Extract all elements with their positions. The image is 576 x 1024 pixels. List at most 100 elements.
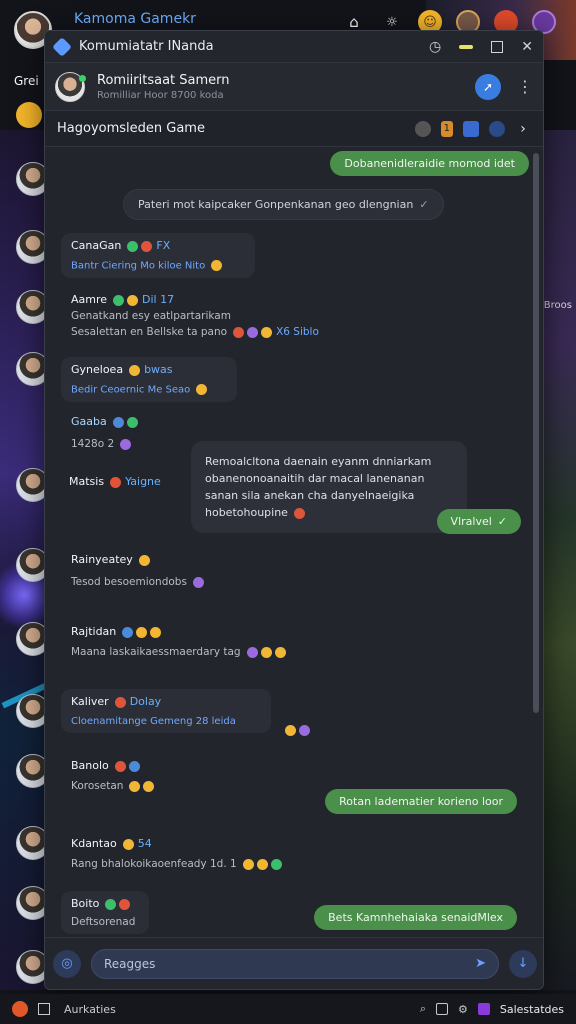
message-text: Genatkand esy eatlpartarikam xyxy=(71,310,231,322)
message-meta: X6 Siblo xyxy=(276,326,319,338)
member-count-badge[interactable]: 1 xyxy=(440,120,453,137)
message-outgoing[interactable]: Rotan ladematier korieno loor xyxy=(325,789,517,814)
desktop-emoji-icon[interactable] xyxy=(16,102,42,128)
outgoing-bubble: Bets Kamnhehaiaka senaidMlex xyxy=(314,905,517,930)
game-art-right xyxy=(542,130,576,990)
emoji-icon xyxy=(128,760,140,772)
emoji-icon xyxy=(110,476,122,488)
sender-tag: Dil 17 xyxy=(142,293,175,306)
card-text: hobetohoupine xyxy=(205,506,288,520)
message-incoming[interactable]: Gaaba 1428o 2 xyxy=(71,415,138,450)
message-incoming[interactable]: Matsis Yaigne xyxy=(69,475,161,488)
scrollbar[interactable] xyxy=(533,153,539,713)
emoji-icon xyxy=(114,760,126,772)
attach-icon[interactable]: ◎ xyxy=(53,949,81,978)
message-incoming[interactable]: Gyneloea bwas Bedir Ceoernic Me Seao xyxy=(61,357,237,402)
message-text: Korosetan xyxy=(71,780,124,792)
message-incoming[interactable]: Banolo Korosetan xyxy=(71,759,155,792)
emoji-icon xyxy=(196,384,208,395)
emoji-icon xyxy=(120,438,132,450)
message-outgoing[interactable]: Dobanenidleraidie momod idet xyxy=(330,151,529,176)
app-icon xyxy=(52,36,72,57)
search-icon[interactable]: ⌕ xyxy=(420,1002,426,1016)
desktop-side-label: Grei xyxy=(14,74,39,88)
history-icon[interactable]: ◷ xyxy=(429,39,441,55)
window-title: Komumiatatr INanda xyxy=(79,39,214,54)
maximize-button[interactable] xyxy=(491,40,504,53)
message-outgoing[interactable]: Bets Kamnhehaiaka senaidMlex xyxy=(314,905,517,930)
call-button[interactable]: ➚ xyxy=(475,73,501,100)
emoji-icon xyxy=(119,898,131,910)
more-options-icon[interactable]: ⋮ xyxy=(517,77,533,96)
message-text: Rang bhalokoikaoenfeady 1d. 1 xyxy=(71,858,237,870)
voice-icon[interactable]: ↓ xyxy=(509,949,537,978)
emoji-icon xyxy=(274,646,286,658)
taskbar-label: Aurkaties xyxy=(64,1002,116,1016)
message-text: Bantr Ciering Mo kiloe Nito xyxy=(71,260,206,272)
emoji-icon xyxy=(211,260,223,271)
close-button[interactable]: ✕ xyxy=(521,39,533,55)
message-incoming[interactable]: Rainyeatey Tesod besoemiondobs xyxy=(71,553,204,588)
message-incoming[interactable]: Aamre Dil 17 Genatkand esy eatlpartarikam… xyxy=(71,293,371,338)
emoji-icon xyxy=(150,626,162,638)
settings-icon[interactable]: ⚙ xyxy=(458,1003,468,1016)
taskbar: Aurkaties ⌕ ⚙ Salestatdes xyxy=(0,994,576,1024)
sender-name: Matsis xyxy=(69,475,105,488)
chevron-right-icon[interactable]: › xyxy=(515,121,531,137)
sender-name: Gaaba xyxy=(71,415,107,428)
sender-tag: Yaigne xyxy=(125,475,161,488)
contact-name: Romiiritsaat Samern xyxy=(97,72,230,88)
gamepad-icon[interactable] xyxy=(414,120,431,137)
window-controls: ◷ ✕ xyxy=(429,39,533,55)
message-incoming[interactable]: CanaGan FX Bantr Ciering Mo kiloe Nito xyxy=(61,233,255,278)
message-text: Cloenamitange Gemeng 28 leida xyxy=(71,716,236,727)
message-text: Bedir Ceoernic Me Seao xyxy=(71,384,191,396)
edit-icon[interactable] xyxy=(463,120,479,137)
card-text: Remoalcltona daenain eyanm dnniarkam xyxy=(205,455,432,468)
contact-status: Romilliar Hoor 8700 koda xyxy=(97,89,224,101)
chat-window: Komumiatatr INanda ◷ ✕ Romiiritsaat Same… xyxy=(44,30,544,990)
sender-tag: Dolay xyxy=(129,695,162,708)
settings-icon[interactable] xyxy=(489,120,505,137)
check-icon: ✓ xyxy=(497,515,507,528)
message-incoming[interactable]: Kdantao 54 Rang bhalokoikaoenfeady 1d. 1 xyxy=(71,837,282,870)
outgoing-bubble: Rotan ladematier korieno loor xyxy=(325,789,517,814)
title-bar: Komumiatatr INanda ◷ ✕ xyxy=(45,31,543,63)
message-text: Maana laskaikaessmaerdary tag xyxy=(71,646,241,658)
contact-avatar[interactable] xyxy=(55,71,86,102)
sender-name: Rajtidan xyxy=(71,625,117,638)
sender-name: Gyneloea xyxy=(71,363,124,376)
grid-icon[interactable] xyxy=(435,1003,448,1015)
emoji-icon xyxy=(285,725,296,736)
sender-name: Aamre xyxy=(71,293,108,306)
message-text: Deftsorenad xyxy=(71,916,136,928)
message-outgoing[interactable]: Vlralvel ✓ xyxy=(436,509,521,534)
message-incoming[interactable]: Rajtidan Maana laskaikaessmaerdary tag xyxy=(71,625,286,658)
app-tray-icon[interactable] xyxy=(477,1003,490,1015)
emoji-icon xyxy=(127,294,139,306)
window-icon[interactable] xyxy=(38,1003,50,1015)
emoji-icon xyxy=(293,507,305,519)
message-text: Tesod besoemiondobs xyxy=(71,576,187,588)
emoji-icon xyxy=(113,294,125,306)
emoji-icon xyxy=(129,780,141,792)
reaction-group[interactable] xyxy=(279,723,310,737)
group-header: Hagoyomsleden Game 1 › xyxy=(45,111,543,147)
emoji-icon xyxy=(192,576,204,588)
start-icon[interactable] xyxy=(12,1001,28,1017)
emoji-icon xyxy=(246,646,258,658)
message-incoming[interactable]: Boito Deftsorenad xyxy=(61,891,149,934)
send-icon[interactable]: ➤ xyxy=(475,956,486,971)
emoji-icon xyxy=(129,364,141,376)
emoji-icon xyxy=(299,725,310,736)
minimize-button[interactable] xyxy=(459,44,474,49)
emoji-icon xyxy=(261,326,273,338)
online-indicator xyxy=(79,74,86,82)
sender-tag: FX xyxy=(156,239,171,252)
message-incoming[interactable]: Kaliver Dolay Cloenamitange Gemeng 28 lei… xyxy=(61,689,271,733)
message-input[interactable]: Reagges ➤ xyxy=(91,948,499,979)
message-card[interactable]: Remoalcltona daenain eyanm dnniarkam oba… xyxy=(191,441,467,534)
emoji-icon xyxy=(127,240,139,252)
sender-name: CanaGan xyxy=(71,239,122,252)
emoji-icon xyxy=(143,780,155,792)
